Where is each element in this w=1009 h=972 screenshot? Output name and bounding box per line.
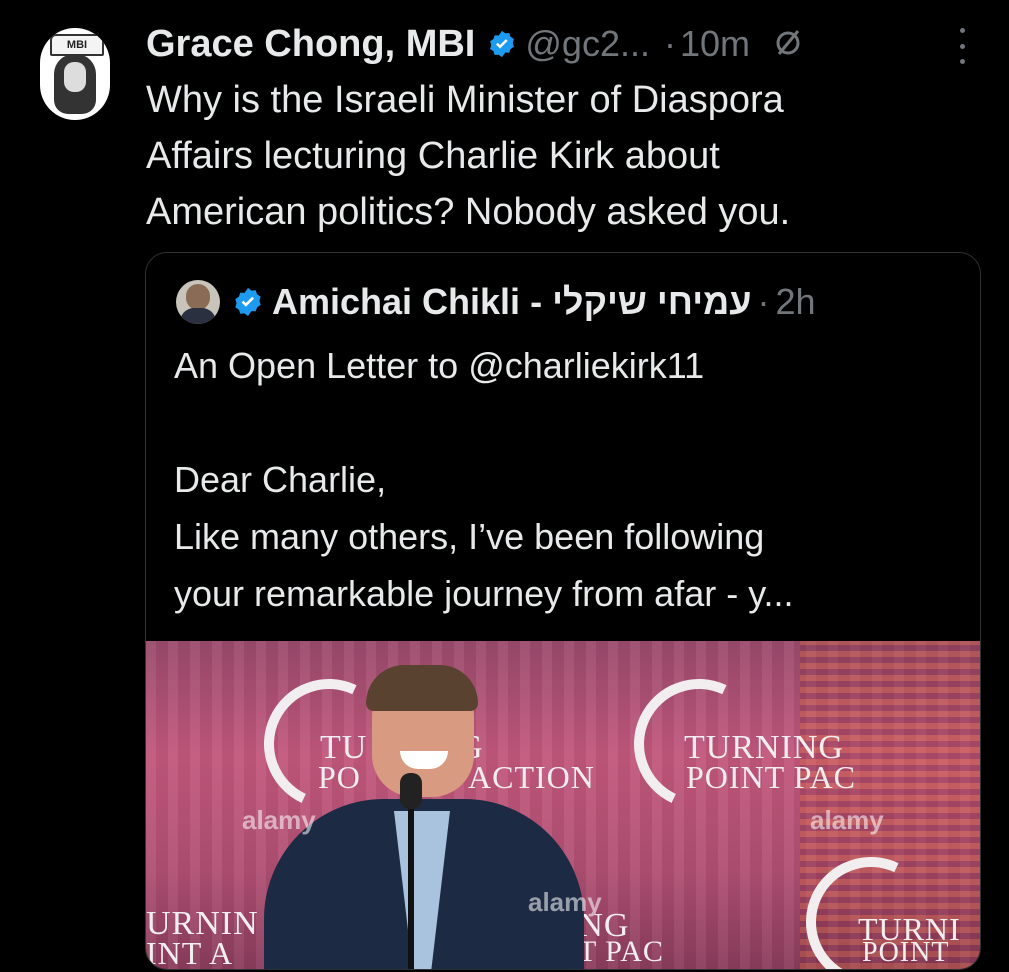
verified-badge-icon <box>490 30 515 58</box>
post-text-line: Why is the Israeli Minister of Diaspora <box>146 79 784 121</box>
watermark: alamy <box>242 805 316 835</box>
quoted-post-timestamp[interactable]: 2h <box>776 281 816 323</box>
watermark: alamy <box>810 805 884 835</box>
post-header: Grace Chong, MBI @gc2... · 10m <box>146 16 802 72</box>
logo-text: T PAC <box>578 935 664 968</box>
avatar-cap-label: MBI <box>50 34 104 56</box>
more-icon[interactable] <box>952 28 972 64</box>
post-text: Why is the Israeli Minister of Diaspora … <box>146 72 946 240</box>
separator-dot: · <box>663 23 676 64</box>
verified-badge-icon <box>235 288 261 316</box>
logo-text: ACTION <box>468 759 595 795</box>
quoted-text-line: Dear Charlie, <box>174 459 387 500</box>
separator-dot: · <box>757 281 770 322</box>
quoted-text-line <box>174 394 954 451</box>
post-timestamp[interactable]: 10m <box>680 23 750 65</box>
quoted-text-line: An Open Letter to @charliekirk11 <box>174 345 705 386</box>
circle-slash-icon[interactable] <box>774 23 802 65</box>
quoted-author-avatar[interactable] <box>176 280 220 324</box>
microphone-stand <box>408 796 414 969</box>
quoted-text-line: your remarkable journey from afar - y... <box>174 573 794 614</box>
post-text-line: Affairs lecturing Charlie Kirk about <box>146 135 720 177</box>
logo-text: POINT PAC <box>686 759 856 795</box>
author-name[interactable]: Grace Chong, MBI <box>146 23 475 66</box>
logo-text: INT A <box>146 935 234 969</box>
quoted-text-line: Like many others, I’ve been following <box>174 516 765 557</box>
quoted-post-text: An Open Letter to @charliekirk11 Dear Ch… <box>174 337 954 622</box>
logo-text: PO <box>318 759 361 795</box>
quoted-post-card[interactable]: Amichai Chikli - עמיחי שיקלי · 2h An Ope… <box>145 252 981 970</box>
author-avatar[interactable]: MBI <box>40 28 110 120</box>
quoted-post-header: Amichai Chikli - עמיחי שיקלי · 2h <box>232 275 816 329</box>
author-handle[interactable]: @gc2... <box>525 23 650 65</box>
logo-text: POINT <box>862 937 950 968</box>
microphone-icon <box>400 773 422 809</box>
watermark: alamy <box>528 887 602 917</box>
quoted-author-name[interactable]: Amichai Chikli - עמיחי שיקלי <box>272 281 752 323</box>
post-text-line: American politics? Nobody asked you. <box>146 191 791 233</box>
quoted-post-image[interactable]: TU G PO ACTION TURNING POINT PAC TURNI P… <box>146 641 980 969</box>
